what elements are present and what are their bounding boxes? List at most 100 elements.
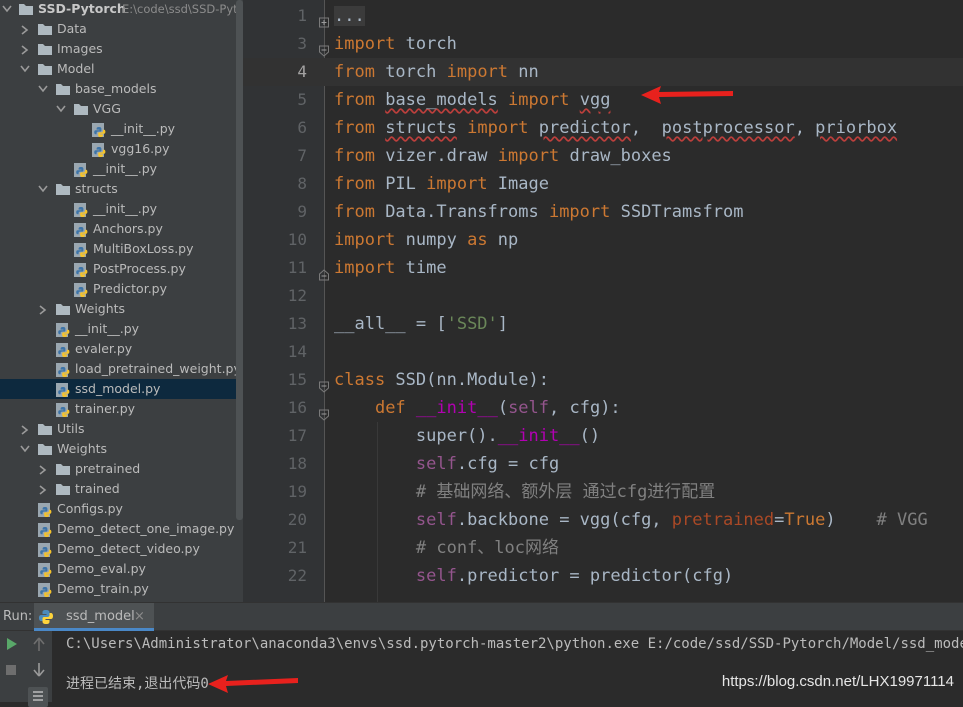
tree-file[interactable]: trainer.py [0,399,243,419]
stop-icon[interactable] [2,661,22,681]
tree-folder[interactable]: structs [0,179,243,199]
fold-collapse-icon[interactable] [319,402,329,421]
fold-expand-icon[interactable] [319,10,329,28]
chevron-down-icon[interactable] [55,99,67,119]
fold-end-icon[interactable] [319,262,329,281]
code-line[interactable]: 9 from Data.Transfroms import SSDTramsfro… [243,198,963,226]
tree-file[interactable]: PostProcess.py [0,259,243,279]
tree-folder[interactable]: VGG [0,99,243,119]
tree-file[interactable]: evaler.py [0,339,243,359]
code-editor[interactable]: 1... 3 import torch 4 from torch import nn 5 f… [243,0,963,602]
tree-file[interactable]: load_pretrained_weight.py [0,359,243,379]
code-line[interactable]: 21 # conf、loc网络 [243,534,963,562]
code-token: import [334,34,396,54]
tree-folder[interactable]: Weights [0,439,243,459]
tree-folder[interactable]: base_models [0,79,243,99]
folder-icon [18,0,34,19]
down-arrow-icon[interactable] [30,661,50,681]
code-line[interactable]: 6 from structs import predictor, postproc… [243,114,963,142]
tree-folder[interactable]: Images [0,39,243,59]
code-line[interactable]: 17 super().__init__() [243,422,963,450]
code-token: from [334,118,375,138]
tree-item-label: MultiBoxLoss.py [93,241,194,256]
line-number: 5 [297,90,307,109]
tree-folder[interactable]: Data [0,19,243,39]
code-line[interactable]: 20 self.backbone = vgg(cfg, pretrained=T… [243,506,963,534]
python-file-icon [38,609,54,629]
run-panel: Run: ssd_model × C:\Users\Administrator\… [0,602,963,707]
tree-folder[interactable]: pretrained [0,459,243,479]
tree-file[interactable]: MultiBoxLoss.py [0,239,243,259]
tree-item-label: Anchors.py [93,221,163,236]
tree-item-label: Images [57,41,103,56]
code-line[interactable]: 15 class SSD(nn.Module): [243,366,963,394]
code-line[interactable]: 1... [243,2,963,30]
chevron-down-icon[interactable] [37,179,49,199]
tree-folder[interactable]: Model [0,59,243,79]
sidebar-scrollbar[interactable] [236,0,243,520]
line-number: 19 [287,482,307,501]
chevron-right-icon[interactable] [19,19,31,39]
tree-folder[interactable]: trained [0,479,243,499]
chevron-right-icon[interactable] [19,39,31,59]
chevron-right-icon[interactable] [19,419,31,439]
tree-file[interactable]: Demo_detect_video.py [0,539,243,559]
code-line[interactable]: 12 [243,282,963,310]
chevron-down-icon[interactable] [1,0,13,19]
code-token: .cfg = cfg [456,454,560,474]
code-token: import [497,146,560,166]
chevron-down-icon[interactable] [19,439,31,459]
code-line[interactable]: 18 self.cfg = cfg [243,450,963,478]
code-line[interactable]: 5 from base_models import vgg [243,86,963,114]
chevron-down-icon[interactable] [19,59,31,79]
code-line[interactable]: 16 def __init__(self, cfg): [243,394,963,422]
soft-wrap-icon[interactable] [28,687,48,707]
code-text: from Data.Transfroms import SSDTramsfrom [334,198,743,226]
chevron-right-icon[interactable] [37,459,49,479]
tree-file[interactable]: Demo_detect_one_image.py [0,519,243,539]
tree-file[interactable]: Configs.py [0,499,243,519]
tree-file[interactable]: __init__.py [0,319,243,339]
tree-file[interactable]: Anchors.py [0,219,243,239]
code-token: from [334,202,375,222]
tree-folder[interactable]: Utils [0,419,243,439]
code-text: class SSD(nn.Module): [334,366,549,394]
run-icon[interactable] [2,635,22,655]
tree-file[interactable]: vgg16.py [0,139,243,159]
up-arrow-icon[interactable] [30,635,50,655]
tree-folder[interactable]: Weights [0,299,243,319]
tree-item-label: load_pretrained_weight.py [75,361,241,376]
folder-icon [55,479,71,499]
code-line[interactable]: 3 import torch [243,30,963,58]
code-line[interactable]: 10 import numpy as np [243,226,963,254]
code-line[interactable]: 8 from PIL import Image [243,170,963,198]
tree-file[interactable]: Predictor.py [0,279,243,299]
tree-file[interactable]: __init__.py [0,159,243,179]
tree-file[interactable]: ssd_model.py [0,379,243,399]
chevron-right-icon[interactable] [37,479,49,499]
folder-icon [37,439,53,459]
tree-file[interactable]: __init__.py [0,199,243,219]
fold-collapse-icon[interactable] [319,374,329,393]
code-line[interactable]: 13 __all__ = ['SSD'] [243,310,963,338]
tree-file[interactable]: __init__.py [0,119,243,139]
code-token: import [548,202,611,222]
chevron-down-icon[interactable] [37,79,49,99]
code-line[interactable]: 4 from torch import nn [243,58,963,86]
code-line[interactable]: 22 self.predictor = predictor(cfg) [243,562,963,590]
code-token: predictor [538,118,631,138]
code-area[interactable]: 1... 3 import torch 4 from torch import nn 5 f… [243,0,963,602]
line-number: 9 [297,202,307,221]
code-line[interactable]: 19 # 基础网络、额外层 通过cfg进行配置 [243,478,963,506]
close-icon[interactable]: × [134,603,145,630]
run-tab-ssd-model[interactable]: ssd_model × [34,603,154,631]
code-line[interactable]: 7 from vizer.draw import draw_boxes [243,142,963,170]
fold-collapse-icon[interactable] [319,38,329,57]
code-line[interactable]: 11 import time [243,254,963,282]
chevron-right-icon[interactable] [37,299,49,319]
tree-file[interactable]: Demo_train.py [0,579,243,599]
tree-file[interactable]: Demo_eval.py [0,559,243,579]
code-line[interactable]: 14 [243,338,963,366]
run-console-output[interactable]: C:\Users\Administrator\anaconda3\envs\ss… [56,631,963,702]
tree-root[interactable]: SSD-Pytorch E:\code\ssd\SSD-Pytorch [0,0,243,19]
